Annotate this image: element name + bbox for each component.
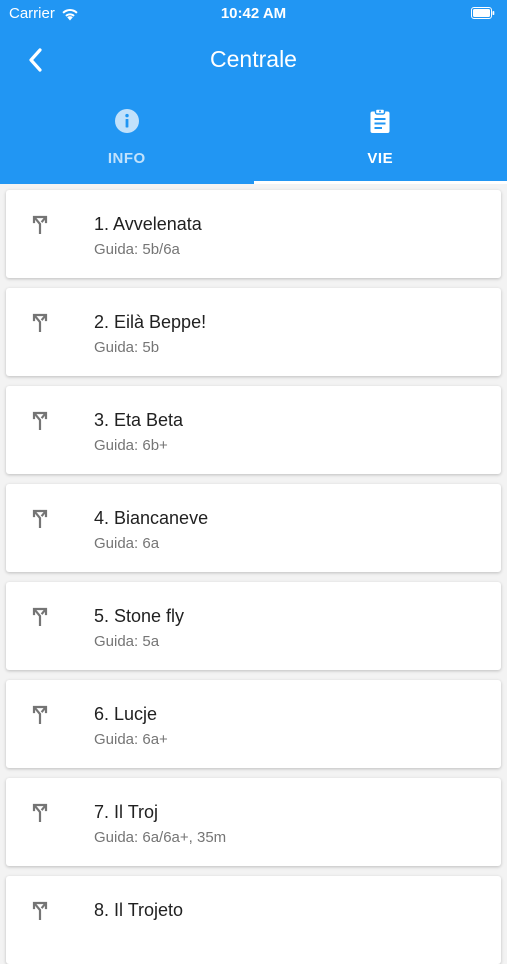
route-fork-icon (29, 312, 51, 334)
route-card[interactable]: 8. Il Trojeto (6, 876, 501, 964)
route-card[interactable]: 1. Avvelenata Guida: 5b/6a (6, 190, 501, 278)
route-fork-icon (29, 214, 51, 236)
route-name: 7. Il Troj (94, 802, 158, 823)
tab-indicator (254, 181, 507, 184)
app-bar: Carrier 10:42 AM Centrale INFO (0, 0, 507, 184)
route-fork-icon (29, 900, 51, 922)
route-name: 6. Lucje (94, 704, 157, 725)
route-card[interactable]: 6. Lucje Guida: 6a+ (6, 680, 501, 768)
route-grade: Guida: 6b+ (94, 437, 168, 454)
route-grade: Guida: 6a/6a+, 35m (94, 829, 226, 846)
route-fork-icon (29, 802, 51, 824)
route-card[interactable]: 4. Biancaneve Guida: 6a (6, 484, 501, 572)
route-card[interactable]: 7. Il Troj Guida: 6a/6a+, 35m (6, 778, 501, 866)
route-name: 1. Avvelenata (94, 214, 202, 235)
status-bar: Carrier 10:42 AM (0, 0, 507, 30)
tab-info[interactable]: INFO (0, 102, 254, 184)
tab-info-label: INFO (0, 150, 254, 167)
status-time: 10:42 AM (0, 5, 507, 22)
tab-bar: INFO VIE (0, 102, 507, 184)
clipboard-icon (367, 108, 393, 134)
battery-icon (471, 7, 495, 19)
tab-vie-label: VIE (254, 150, 507, 167)
route-name: 2. Eilà Beppe! (94, 312, 206, 333)
route-grade: Guida: 5b (94, 339, 159, 356)
route-card[interactable]: 5. Stone fly Guida: 5a (6, 582, 501, 670)
route-fork-icon (29, 410, 51, 432)
route-grade: Guida: 6a+ (94, 731, 168, 748)
route-fork-icon (29, 606, 51, 628)
route-name: 4. Biancaneve (94, 508, 208, 529)
route-name: 5. Stone fly (94, 606, 184, 627)
route-grade: Guida: 5a (94, 633, 159, 650)
route-card[interactable]: 3. Eta Beta Guida: 6b+ (6, 386, 501, 474)
route-fork-icon (29, 704, 51, 726)
route-card[interactable]: 2. Eilà Beppe! Guida: 5b (6, 288, 501, 376)
route-name: 3. Eta Beta (94, 410, 183, 431)
info-icon (114, 108, 140, 134)
route-name: 8. Il Trojeto (94, 900, 183, 921)
tab-vie[interactable]: VIE (254, 102, 507, 184)
route-grade: Guida: 5b/6a (94, 241, 180, 258)
page-title: Centrale (0, 46, 507, 73)
route-fork-icon (29, 508, 51, 530)
route-grade: Guida: 6a (94, 535, 159, 552)
